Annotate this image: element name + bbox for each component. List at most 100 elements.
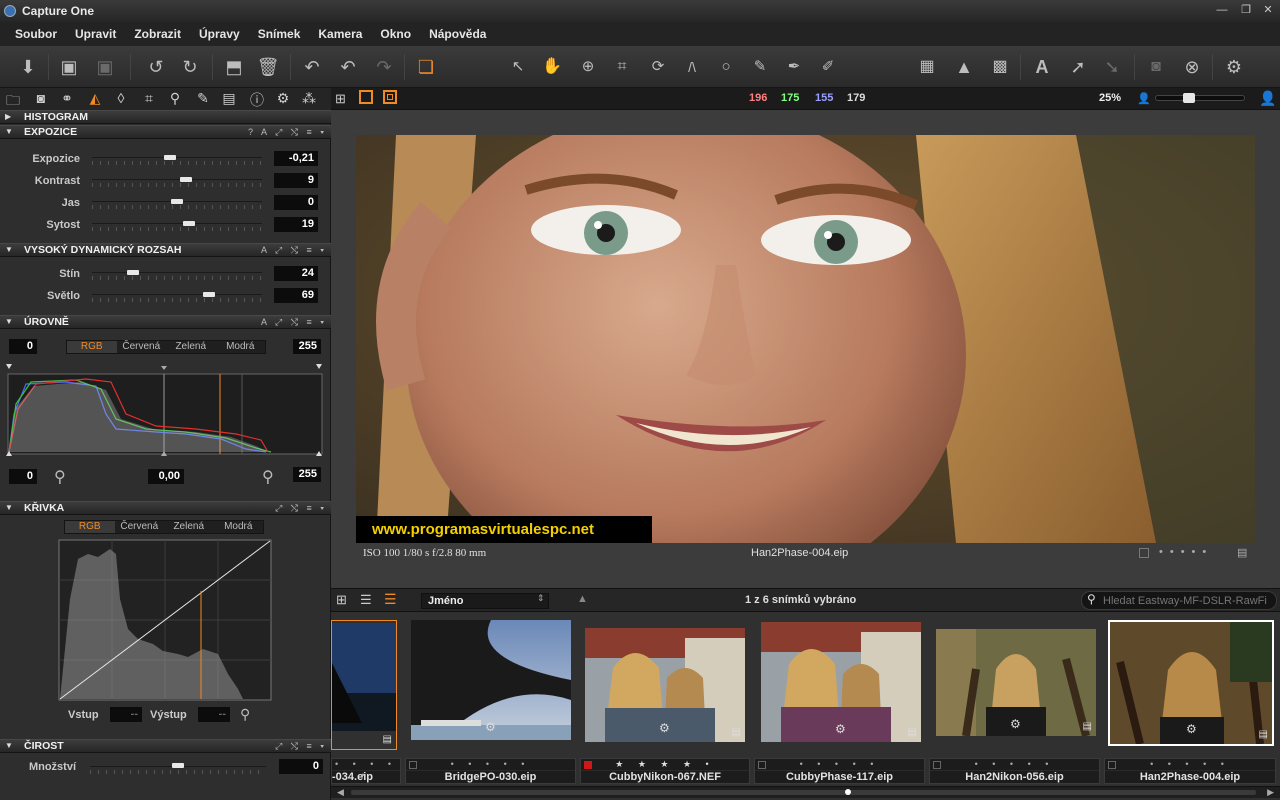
thumbnail[interactable]: ⚙ ▤ <box>585 628 745 742</box>
curve-channel-blue[interactable]: Modrá <box>214 521 264 533</box>
info-icon[interactable]: ▤ <box>732 727 741 738</box>
rotate-left-icon[interactable]: ↺ <box>144 54 168 80</box>
exposure-warning-icon[interactable]: ▲ <box>952 54 976 80</box>
slider-track[interactable] <box>92 272 262 273</box>
curve-header-icons[interactable]: ⤢ ⤭ ≡ ▾ <box>275 502 327 515</box>
close-icon[interactable]: ✕ <box>1258 2 1278 18</box>
slider-thumb[interactable] <box>164 155 177 160</box>
keystone-icon[interactable]: /\ <box>680 54 704 80</box>
collapse-icon[interactable]: ▼ <box>5 245 13 254</box>
compare-alt-icon[interactable]: ▣ <box>92 54 118 80</box>
slider-thumb[interactable] <box>171 199 183 204</box>
collapse-icon[interactable]: ▼ <box>5 503 13 512</box>
levels-channel-rgb[interactable]: RGB <box>67 341 117 353</box>
trash-icon[interactable]: 🗑 <box>256 54 280 80</box>
menu-napoveda[interactable]: Nápověda <box>429 27 486 41</box>
slider-thumb[interactable] <box>182 221 195 226</box>
image-viewer[interactable]: www.programasvirtualespc.net ISO 100 1/8… <box>331 110 1280 588</box>
compare-icon[interactable]: ▣ <box>56 54 82 80</box>
menu-upravit[interactable]: Upravit <box>75 27 116 41</box>
levels-output-low[interactable]: 0 <box>9 469 37 484</box>
slider-value[interactable]: 9 <box>274 173 318 188</box>
curve-output-value[interactable]: -- <box>198 707 230 722</box>
levels-input-low[interactable]: 0 <box>9 339 37 354</box>
slider-thumb[interactable] <box>179 177 192 182</box>
slider-value[interactable]: 24 <box>274 266 318 281</box>
camera-icon[interactable]: ◙ <box>1144 54 1168 80</box>
levels-output-high[interactable]: 255 <box>293 467 321 482</box>
picker-icon[interactable]: ✒ <box>782 54 806 80</box>
collapse-icon[interactable]: ▼ <box>5 127 13 136</box>
menu-zobrazit[interactable]: Zobrazit <box>134 27 181 41</box>
settings-gear-icon[interactable]: ⚙ <box>1222 54 1246 80</box>
slider-value[interactable]: 19 <box>274 217 318 232</box>
thumbnail[interactable]: ▤ <box>331 620 397 750</box>
reset-icon[interactable]: ↶ <box>300 54 324 80</box>
slider-thumb[interactable] <box>126 270 139 275</box>
filename-cell[interactable]: • • • • • CubbyPhase-117.eip <box>754 758 925 784</box>
zoom-slider[interactable] <box>1155 95 1245 101</box>
lens-tab-icon[interactable]: ◊ <box>112 90 130 106</box>
exposure-header-icons[interactable]: ? A ⤢ ⤭ ≡ ▾ <box>248 126 327 139</box>
maximize-icon[interactable]: ❐ <box>1236 2 1256 18</box>
search-input[interactable] <box>1103 593 1273 608</box>
levels-channel-selector[interactable]: RGB Červená Zelená Modrá <box>66 340 266 354</box>
adjustments-tab-icon[interactable]: ✎ <box>194 90 212 107</box>
thumbnail[interactable]: ⚙ ▤ <box>761 622 921 742</box>
info-icon[interactable]: ▤ <box>383 734 392 745</box>
menu-soubor[interactable]: Soubor <box>15 27 57 41</box>
slider-track[interactable] <box>92 157 262 158</box>
curve-channel-rgb[interactable]: RGB <box>65 521 115 533</box>
crop-icon[interactable]: ⌗ <box>610 54 634 80</box>
sharpen-header[interactable]: ▼ ČIROST ⤢ ⤭ ≡ ▾ <box>0 739 331 753</box>
filename-cell[interactable]: • • • • • -034.eip <box>331 758 401 784</box>
star-rating[interactable]: • • • • • <box>332 759 400 781</box>
levels-midpoint[interactable]: 0,00 <box>148 469 184 484</box>
scroll-track[interactable] <box>351 790 1256 795</box>
single-view-icon[interactable] <box>359 90 373 104</box>
levels-channel-red[interactable]: Červená <box>117 341 167 353</box>
filename-cell[interactable]: • • • • • Han2Phase-004.eip <box>1104 758 1276 784</box>
star-rating[interactable]: • • • • • <box>1105 759 1275 770</box>
expand-icon[interactable]: ▶ <box>5 112 11 121</box>
thumbnail[interactable]: ⚙ ▤ <box>936 629 1096 738</box>
info-icon[interactable]: ▤ <box>1259 729 1268 740</box>
sharpen-amount-value[interactable]: 0 <box>279 759 323 774</box>
menu-upravy[interactable]: Úpravy <box>199 27 240 41</box>
histogram-header[interactable]: ▶ HISTOGRAM <box>0 110 331 124</box>
capture-tab-icon[interactable]: ◙ <box>32 90 50 106</box>
slider-track[interactable] <box>92 294 262 295</box>
info-icon[interactable]: ▤ <box>908 727 917 738</box>
details-tab-icon[interactable]: ⚲ <box>166 90 184 107</box>
curve-header[interactable]: ▼ KŘIVKA ⤢ ⤭ ≡ ▾ <box>0 501 331 515</box>
hdr-header[interactable]: ▼ VYSOKÝ DYNAMICKÝ ROZSAH A ⤢ ⤭ ≡ ▾ <box>0 243 331 257</box>
menu-snimek[interactable]: Snímek <box>258 27 301 41</box>
slider-track[interactable] <box>92 223 262 224</box>
grid-view-icon[interactable]: ⊞ <box>335 91 346 107</box>
levels-channel-blue[interactable]: Modrá <box>216 341 266 353</box>
select-checkbox[interactable] <box>1139 548 1149 558</box>
minimize-icon[interactable]: — <box>1212 2 1232 18</box>
white-picker-icon[interactable]: ⚲ <box>262 467 274 487</box>
copy-apply-icon[interactable]: ✐ <box>816 54 840 80</box>
grid-view-icon[interactable]: ⊞ <box>336 592 347 608</box>
scroll-thumb[interactable] <box>845 789 851 795</box>
metadata-tab-icon[interactable]: ▤ <box>220 90 238 107</box>
output-tab-icon[interactable]: ⚙ <box>274 90 292 107</box>
proof-view-icon[interactable] <box>383 90 397 104</box>
batch-tab-icon[interactable]: ⁂ <box>300 90 318 107</box>
curve-picker-icon[interactable]: ⚲ <box>240 706 250 723</box>
star-rating[interactable]: • • • • • <box>755 759 924 770</box>
slider-value[interactable]: -0,21 <box>274 151 318 166</box>
thumbnail[interactable]: ⚙ <box>411 620 571 750</box>
collapse-icon[interactable]: ▼ <box>5 741 13 750</box>
curve-graph[interactable] <box>58 539 272 701</box>
levels-channel-green[interactable]: Zelená <box>166 341 216 353</box>
star-rating[interactable]: ★ ★ ★ ★ • <box>581 759 749 770</box>
arrow-up-right-icon[interactable]: ➚ <box>1066 54 1090 80</box>
photo-preview[interactable]: www.programasvirtualespc.net <box>356 135 1255 543</box>
rotate-right-icon[interactable]: ↻ <box>178 54 202 80</box>
thumbnail-selected[interactable]: ⚙ ▤ <box>1108 620 1274 746</box>
exposure-tab-icon[interactable]: ◭ <box>86 90 104 107</box>
info-icon[interactable]: ▤ <box>1083 721 1092 732</box>
